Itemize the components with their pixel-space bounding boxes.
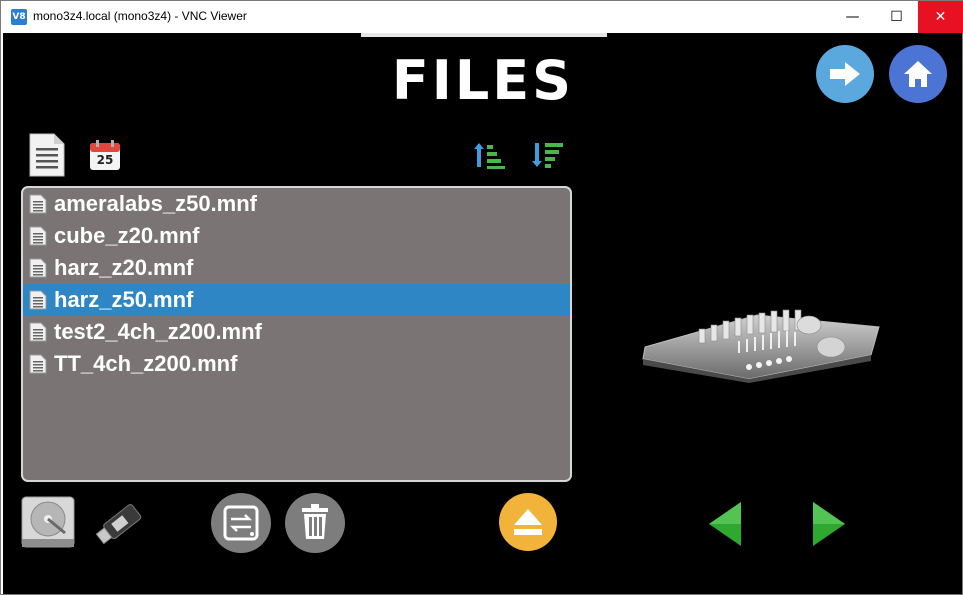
file-name: test2_4ch_z200.mnf <box>54 319 262 344</box>
trash-icon <box>302 504 328 539</box>
document-icon <box>29 258 47 278</box>
document-icon <box>29 322 47 342</box>
top-strip <box>361 33 607 37</box>
file-name: ameralabs_z50.mnf <box>54 191 257 216</box>
next-button[interactable] <box>816 45 874 103</box>
close-button[interactable]: ✕ <box>918 1 963 33</box>
document-icon <box>29 194 47 214</box>
file-name: harz_z50.mnf <box>54 287 194 312</box>
calendar-icon[interactable]: 25 <box>89 139 121 171</box>
remote-screen[interactable]: FILES 25 ameralabs_z50.mnf cube_z20.mnf … <box>3 33 962 594</box>
copy-transfer-button[interactable] <box>211 493 271 553</box>
delete-button[interactable] <box>285 493 345 553</box>
file-list-item[interactable]: harz_z20.mnf <box>23 252 570 284</box>
list-view-icon[interactable] <box>28 132 66 178</box>
calendar-day: 25 <box>96 153 114 167</box>
home-icon <box>904 61 932 87</box>
file-name: TT_4ch_z200.mnf <box>54 351 238 376</box>
vnc-viewer-window: V8 mono3z4.local (mono3z4) - VNC Viewer … <box>0 0 963 595</box>
maximize-button[interactable]: ☐ <box>874 1 919 33</box>
model-preview-image <box>642 309 880 383</box>
usb-drive-icon[interactable] <box>93 495 151 551</box>
hard-drive-icon[interactable] <box>19 493 77 551</box>
next-arrow-icon[interactable] <box>811 500 847 548</box>
transfer-icon <box>223 505 259 541</box>
page-title: FILES <box>391 49 575 112</box>
file-list-item-selected[interactable]: harz_z50.mnf <box>23 284 570 316</box>
eject-button[interactable] <box>499 493 557 551</box>
title-bar[interactable]: V8 mono3z4.local (mono3z4) - VNC Viewer … <box>1 1 963 33</box>
vnc-app-icon: V8 <box>11 9 27 25</box>
document-icon <box>29 290 47 310</box>
file-list[interactable]: ameralabs_z50.mnf cube_z20.mnf harz_z20.… <box>21 186 572 482</box>
file-name: cube_z20.mnf <box>54 223 200 248</box>
file-list-item[interactable]: cube_z20.mnf <box>23 220 570 252</box>
minimize-button[interactable]: — <box>830 1 875 33</box>
file-list-item[interactable]: TT_4ch_z200.mnf <box>23 348 570 380</box>
home-button[interactable] <box>889 45 947 103</box>
sort-ascending-icon[interactable] <box>473 139 505 171</box>
file-list-item[interactable]: test2_4ch_z200.mnf <box>23 316 570 348</box>
window-title: mono3z4.local (mono3z4) - VNC Viewer <box>33 9 247 23</box>
arrow-right-icon <box>830 62 860 86</box>
sort-descending-icon[interactable] <box>531 139 563 171</box>
file-list-item[interactable]: ameralabs_z50.mnf <box>23 188 570 220</box>
eject-icon <box>514 509 542 535</box>
previous-arrow-icon[interactable] <box>707 500 743 548</box>
file-name: harz_z20.mnf <box>54 255 194 280</box>
document-icon <box>29 226 47 246</box>
document-icon <box>29 354 47 374</box>
